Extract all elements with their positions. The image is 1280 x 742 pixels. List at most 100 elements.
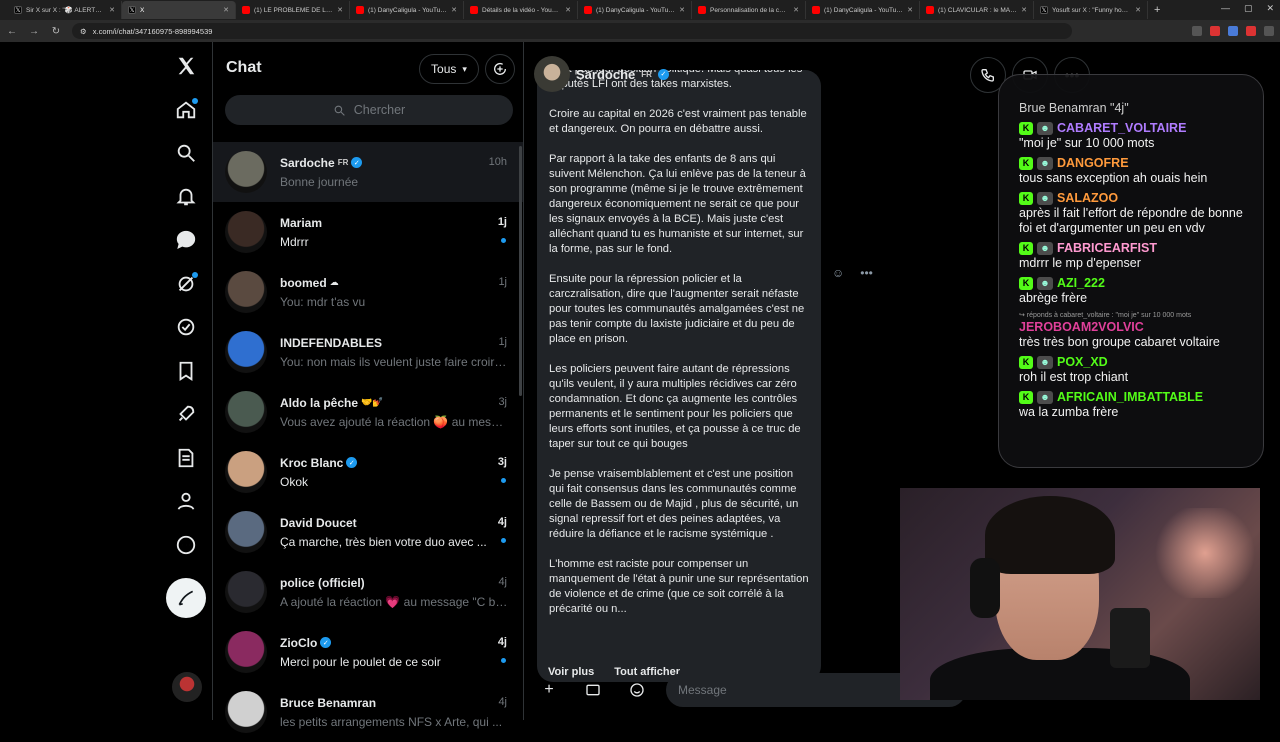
browser-tab[interactable]: (1) DanyCaligula - YouTube ✕ (350, 1, 464, 19)
conversation-time: 4j (497, 516, 507, 528)
left-navigation (160, 42, 212, 720)
more-icon[interactable]: ••• (860, 266, 873, 280)
bookmarks-icon[interactable] (166, 351, 206, 391)
avatar[interactable] (225, 211, 267, 253)
conversation-title-row: Aldo la pêche 🤝💅 (280, 396, 511, 410)
url-field[interactable]: ⚙ x.com/i/chat/347160975-898994539 (72, 23, 1072, 39)
browser-tab[interactable]: (1) DanyCaligula - YouTube ✕ (578, 1, 692, 19)
site-info-icon[interactable]: ⚙ (80, 27, 87, 36)
add-attachment-button[interactable]: + (534, 675, 564, 705)
avatar[interactable] (534, 56, 570, 92)
back-icon[interactable]: ← (6, 26, 18, 37)
tab-close-icon[interactable]: ✕ (109, 6, 115, 14)
browser-tab[interactable]: 𝕏 X ✕ (122, 1, 236, 19)
new-chat-button[interactable] (485, 54, 515, 84)
tab-close-icon[interactable]: ✕ (1021, 6, 1027, 14)
conversation-item[interactable]: David Doucet Ça marche, très bien votre d… (213, 502, 523, 562)
x-logo-icon[interactable] (166, 46, 206, 86)
browser-tab[interactable]: 𝕏 Sir X sur X : "🎲 ALERTE : Dan ✕ (8, 1, 122, 19)
scrollbar[interactable] (519, 146, 522, 396)
browser-tab[interactable]: Personnalisation de la chaîne ✕ (692, 1, 806, 19)
webcam-feed (900, 488, 1260, 700)
verified-icon[interactable] (166, 307, 206, 347)
profile-icon[interactable] (166, 481, 206, 521)
conversation-item[interactable]: INDEFENDABLES You: non mais ils veulent j… (213, 322, 523, 382)
extension-icon[interactable] (1228, 26, 1238, 36)
notifications-icon[interactable] (166, 177, 206, 217)
avatar[interactable] (225, 511, 267, 553)
reload-icon[interactable]: ↻ (50, 26, 62, 37)
conversation-item[interactable]: Bruce Benamran les petits arrangements NF… (213, 682, 523, 742)
grok-icon[interactable] (166, 264, 206, 304)
more-icon[interactable] (166, 525, 206, 565)
avatar[interactable] (225, 691, 267, 733)
conversation-item[interactable]: ZioClo ✓ Merci pour le poulet de ce soir 4j (213, 622, 523, 682)
conversation-item[interactable]: Mariam Mdrrr 1j (213, 202, 523, 262)
chat-username: AZI_222 (1057, 276, 1105, 290)
conversation-name: Sardoche (280, 155, 335, 170)
messages-icon[interactable] (166, 220, 206, 260)
avatar[interactable] (225, 451, 267, 493)
extension-icon[interactable] (1210, 26, 1220, 36)
account-avatar[interactable] (172, 672, 202, 702)
gif-button[interactable] (578, 675, 608, 705)
conversation-title-row: police (officiel) (280, 576, 511, 590)
avatar[interactable] (225, 631, 267, 673)
profile-icon[interactable] (1264, 26, 1274, 36)
filter-dropdown[interactable]: Tous ▾ (419, 54, 479, 84)
search-icon[interactable] (166, 133, 206, 173)
message-bubble[interactable]: c'est pas leur position politique. Mais … (537, 70, 821, 682)
conversation-title-row: ZioClo ✓ (280, 636, 511, 650)
rocket-icon[interactable] (166, 394, 206, 434)
new-tab-icon[interactable]: + (1154, 4, 1160, 16)
conversation-item[interactable]: police (officiel) A ajouté la réaction 💗 … (213, 562, 523, 622)
extension-icon[interactable] (1192, 26, 1202, 36)
minimize-icon[interactable]: — (1221, 3, 1230, 14)
home-icon[interactable] (166, 90, 206, 130)
browser-tab[interactable]: (1) DanyCaligula - YouTube ✕ (806, 1, 920, 19)
emoji-button[interactable] (622, 675, 652, 705)
tab-close-icon[interactable]: ✕ (565, 6, 571, 14)
tab-close-icon[interactable]: ✕ (223, 6, 229, 14)
conversation-preview: Merci pour le poulet de ce soir (280, 654, 441, 669)
conversation-body: police (officiel) A ajouté la réaction 💗 … (280, 576, 511, 609)
tab-close-icon[interactable]: ✕ (451, 6, 457, 14)
tab-close-icon[interactable]: ✕ (679, 6, 685, 14)
browser-tab[interactable]: (1) CLAVICULAR : le MASCU ✕ (920, 1, 1034, 19)
verified-badge-icon: ✓ (320, 637, 332, 648)
chat-username: SALAZOO (1057, 191, 1119, 205)
avatar[interactable] (225, 151, 267, 193)
verified-badge-icon: ✓ (657, 68, 669, 80)
conversation-item[interactable]: Sardoche FR ✓ Bonne journée 10h (213, 142, 523, 202)
youtube-icon (812, 6, 820, 14)
articles-icon[interactable] (166, 438, 206, 478)
conversation-name: David Doucet (280, 515, 357, 530)
chat-username-row: K ☻ AFRICAIN_IMBATTABLE (1019, 390, 1247, 404)
tab-close-icon[interactable]: ✕ (793, 6, 799, 14)
browser-tab[interactable]: (1) LE PROBLÈME DE LA VOIX ✕ (236, 1, 350, 19)
react-icon[interactable]: ☺ (832, 266, 844, 280)
search-input[interactable]: Chercher (225, 95, 513, 125)
avatar[interactable] (225, 271, 267, 313)
tab-close-icon[interactable]: ✕ (907, 6, 913, 14)
maximize-icon[interactable]: ▢ (1244, 3, 1253, 14)
close-icon[interactable]: ✕ (1266, 3, 1274, 14)
browser-tab[interactable]: Détails de la vidéo - YouTube ✕ (464, 1, 578, 19)
avatar[interactable] (225, 391, 267, 433)
tab-close-icon[interactable]: ✕ (337, 6, 343, 14)
browser-tab[interactable]: 𝕏 Yosuft sur X : "Funny how can ✕ (1034, 1, 1148, 19)
forward-icon[interactable]: → (28, 26, 40, 37)
avatar[interactable] (225, 571, 267, 613)
tab-close-icon[interactable]: ✕ (1135, 6, 1141, 14)
chat-username-row: K ☻ SALAZOO (1019, 191, 1247, 205)
conversation-item[interactable]: boomed ☁ You: mdr t'as vu 1j (213, 262, 523, 322)
conversation-item[interactable]: Aldo la pêche 🤝💅 Vous avez ajouté la réact… (213, 382, 523, 442)
post-button[interactable] (166, 578, 206, 618)
avatar[interactable] (225, 331, 267, 373)
contact-name[interactable]: Sardoche (576, 67, 635, 82)
filter-label: Tous (431, 62, 457, 76)
tab-title: Détails de la vidéo - YouTube (482, 6, 562, 14)
extension-icon[interactable] (1246, 26, 1256, 36)
conversation-item[interactable]: Kroc Blanc ✓ Okok 3j (213, 442, 523, 502)
message-paragraph: Croire au capital en 2026 c'est vraiment… (549, 108, 807, 135)
